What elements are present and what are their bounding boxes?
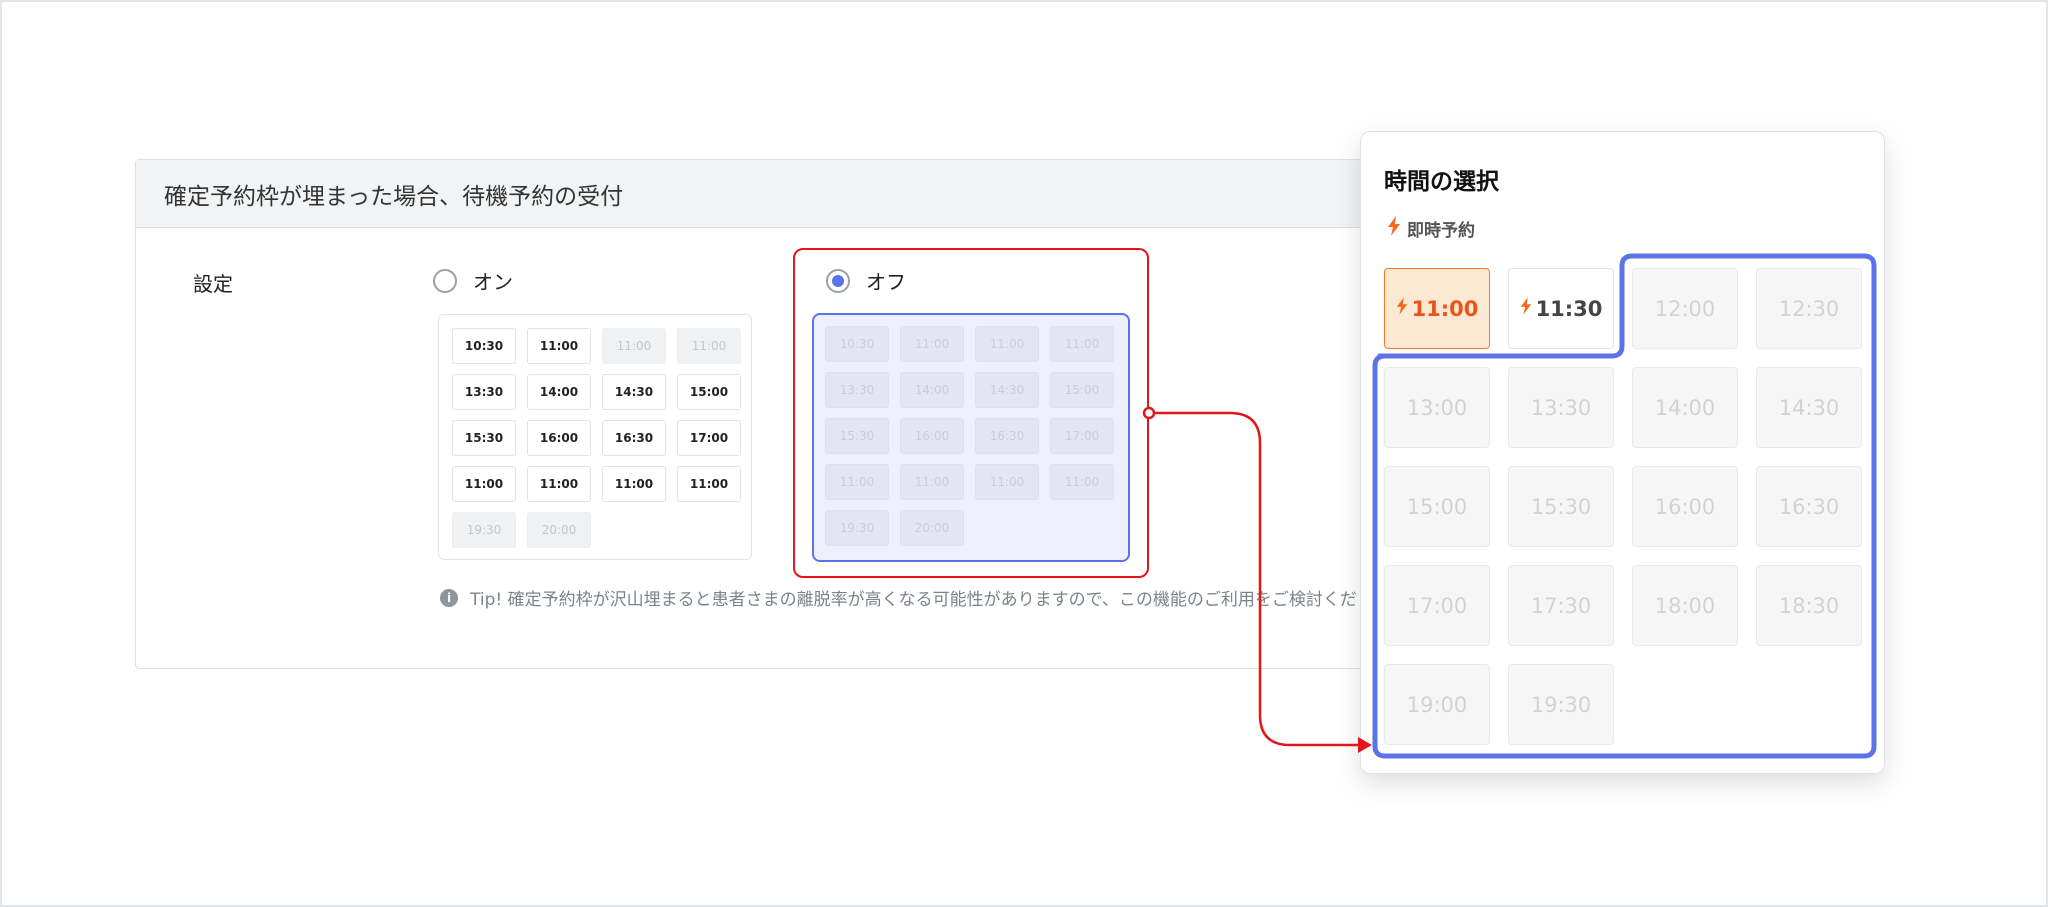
off-preview-slot: 19:30 xyxy=(825,510,889,546)
off-preview-slot: 16:00 xyxy=(900,418,964,454)
time-slot-disabled: 13:00 xyxy=(1384,367,1490,448)
off-preview-slot: 11:00 xyxy=(1050,464,1114,500)
on-preview-slot: 11:00 xyxy=(677,328,741,364)
time-slot-disabled: 19:30 xyxy=(1508,664,1614,745)
on-preview-slot: 20:00 xyxy=(527,512,591,548)
radio-on-button[interactable] xyxy=(433,268,457,293)
time-slot-label: 14:00 xyxy=(1654,395,1716,420)
time-slot-label: 18:00 xyxy=(1654,593,1716,618)
popup-title: 時間の選択 xyxy=(1384,169,1499,195)
on-preview-slot: 11:00 xyxy=(527,328,591,364)
off-preview-slot: 17:00 xyxy=(1050,418,1114,454)
off-preview-slot: 13:30 xyxy=(825,372,889,408)
on-preview-slot: 16:30 xyxy=(602,420,666,456)
radio-option-on[interactable]: オン xyxy=(433,266,513,295)
tip-text: Tip! 確定予約枠が沢山埋まると患者さまの離脱率が高くなる可能性がありますので… xyxy=(470,590,1357,610)
on-preview-slot: 11:00 xyxy=(527,466,591,502)
time-slot-label: 11:00 xyxy=(1411,296,1479,321)
on-preview-slot: 17:00 xyxy=(677,420,741,456)
off-preview-slot: 14:00 xyxy=(900,372,964,408)
time-slot-disabled: 16:00 xyxy=(1632,466,1738,547)
time-slot-label: 14:30 xyxy=(1778,395,1840,420)
time-slot-label: 12:30 xyxy=(1778,296,1840,321)
off-preview-slot: 16:30 xyxy=(975,418,1039,454)
time-slot-disabled: 15:00 xyxy=(1384,466,1490,547)
off-preview-grid: 10:30 11:00 11:00 11:00 13:30 14:00 14:30 15:00… xyxy=(825,326,1114,546)
on-preview-slot: 11:00 xyxy=(452,466,516,502)
setting-label: 設定 xyxy=(193,272,233,296)
off-preview-slot: 11:00 xyxy=(975,464,1039,500)
off-preview-slot: 14:30 xyxy=(975,372,1039,408)
radio-on-label: オン xyxy=(473,270,513,294)
time-slot-disabled: 18:00 xyxy=(1632,565,1738,646)
off-preview-slot: 20:00 xyxy=(900,510,964,546)
on-preview-slot: 15:30 xyxy=(452,420,516,456)
time-slot-disabled: 13:30 xyxy=(1508,367,1614,448)
time-slot-label: 13:30 xyxy=(1530,395,1592,420)
instant-booking-text: 即時予約 xyxy=(1407,221,1475,241)
time-slot-disabled: 17:30 xyxy=(1508,565,1614,646)
time-slot-label: 13:00 xyxy=(1406,395,1468,420)
time-slot-label: 12:00 xyxy=(1654,296,1716,321)
off-preview-slot: 11:00 xyxy=(975,326,1039,362)
tip-note: i Tip! 確定予約枠が沢山埋まると患者さまの離脱率が高くなる可能性があります… xyxy=(440,585,1357,610)
time-slot-instant[interactable]: 11:00 xyxy=(1384,268,1490,349)
on-preview-slot: 11:00 xyxy=(602,328,666,364)
lightning-bolt-icon xyxy=(1396,297,1408,320)
time-slot-disabled: 16:30 xyxy=(1756,466,1862,547)
time-slot-instant[interactable]: 11:30 xyxy=(1508,268,1614,349)
time-slot-label: 16:00 xyxy=(1654,494,1716,519)
on-preview-slot: 11:00 xyxy=(602,466,666,502)
on-preview-slot: 14:30 xyxy=(602,374,666,410)
time-slot-label: 11:30 xyxy=(1535,296,1603,321)
card-title: 確定予約枠が埋まった場合、待機予約の受付 xyxy=(136,160,1514,228)
time-slot-disabled: 12:30 xyxy=(1756,268,1862,349)
time-slot-disabled: 18:30 xyxy=(1756,565,1862,646)
time-picker-popup: 時間の選択 即時予約 11:00 11:30 12:00 12:30 13:00 13:3… xyxy=(1360,131,1885,774)
time-slot-disabled: 15:30 xyxy=(1508,466,1614,547)
on-preview-slot: 19:30 xyxy=(452,512,516,548)
time-slot-label: 18:30 xyxy=(1778,593,1840,618)
off-preview-slot: 11:00 xyxy=(900,464,964,500)
on-preview-slot: 13:30 xyxy=(452,374,516,410)
on-preview-slot: 10:30 xyxy=(452,328,516,364)
time-slot-disabled: 17:00 xyxy=(1384,565,1490,646)
time-slot-label: 19:00 xyxy=(1406,692,1468,717)
time-slot-disabled: 14:30 xyxy=(1756,367,1862,448)
time-slot-label: 19:30 xyxy=(1530,692,1592,717)
on-preview-slot: 14:00 xyxy=(527,374,591,410)
on-preview-slot: 16:00 xyxy=(527,420,591,456)
time-slot-label: 16:30 xyxy=(1778,494,1840,519)
on-preview-panel: 10:30 11:00 11:00 11:00 13:30 14:00 14:30 15:00… xyxy=(438,314,752,560)
on-preview-slot: 15:00 xyxy=(677,374,741,410)
time-slot-disabled: 14:00 xyxy=(1632,367,1738,448)
off-preview-slot: 10:30 xyxy=(825,326,889,362)
off-preview-slot: 15:00 xyxy=(1050,372,1114,408)
time-slot-label: 15:30 xyxy=(1530,494,1592,519)
lightning-bolt-icon xyxy=(1387,216,1401,241)
time-slot-label: 17:00 xyxy=(1406,593,1468,618)
time-slot-disabled: 12:00 xyxy=(1632,268,1738,349)
info-icon: i xyxy=(440,588,458,607)
lightning-bolt-icon xyxy=(1520,297,1532,320)
instant-booking-label: 即時予約 xyxy=(1387,216,1475,241)
off-preview-slot: 15:30 xyxy=(825,418,889,454)
off-preview-slot: 11:00 xyxy=(900,326,964,362)
time-slot-disabled: 19:00 xyxy=(1384,664,1490,745)
time-slot-label: 17:30 xyxy=(1530,593,1592,618)
time-slot-label: 15:00 xyxy=(1406,494,1468,519)
on-preview-slot: 11:00 xyxy=(677,466,741,502)
off-preview-panel: 10:30 11:00 11:00 11:00 13:30 14:00 14:30 15:00… xyxy=(812,313,1130,562)
off-preview-slot: 11:00 xyxy=(825,464,889,500)
time-slot-grid: 11:00 11:30 12:00 12:30 13:00 13:30 14:00 14:30… xyxy=(1384,268,1862,745)
off-preview-slot: 11:00 xyxy=(1050,326,1114,362)
on-preview-grid: 10:30 11:00 11:00 11:00 13:30 14:00 14:30 15:00… xyxy=(452,328,741,548)
